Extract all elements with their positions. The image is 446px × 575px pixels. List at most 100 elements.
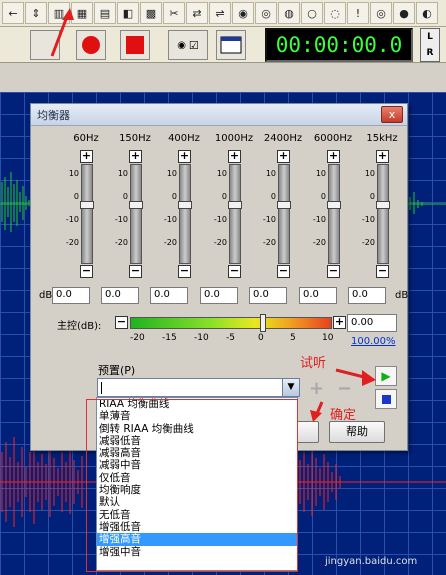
circle-icon[interactable]: ◉ [232,2,254,24]
band-decrease-button[interactable]: − [327,265,340,278]
tick-label: -20 [163,238,177,247]
percent-link[interactable]: 100.00% [351,336,396,347]
band-decrease-button[interactable]: − [129,265,142,278]
band-slider[interactable]: +10 0 -10 -20 − [63,150,109,278]
tick-label: 0 [122,192,128,201]
preview-play-button[interactable]: ▶ [375,366,397,386]
band-slider[interactable]: +10 0 -10 -20 − [161,150,207,278]
slider-thumb[interactable] [228,201,242,209]
tick-label: 10 [68,169,79,178]
checkbox-icon: ☑ [188,38,199,52]
main-toolbar: ← ⇕ ▥ ▦ ▤ ◧ ▩ ✂ ⇄ ⇌ ◉ ◎ ◍ ○ ◌ ! ◎ ● ◐ [0,0,446,27]
master-slider-thumb[interactable] [260,314,266,332]
circle-icon[interactable]: ◐ [416,2,438,24]
band-increase-button[interactable]: + [277,150,290,163]
bars-icon[interactable]: ▥ [48,2,70,24]
watermark: jingyan.baidu.com [325,556,418,567]
band-slider[interactable]: +10 0 -10 -20 − [112,150,158,278]
preview-stop-button[interactable] [375,389,397,409]
band-value-input[interactable]: 0.0 [249,287,287,304]
warning-icon[interactable]: ! [347,2,369,24]
slider-thumb[interactable] [80,201,94,209]
tick-label: -10 [114,215,128,224]
scale-label: -20 [130,333,145,343]
circle-icon[interactable]: ○ [301,2,323,24]
effect-icon[interactable]: ▤ [94,2,116,24]
close-button[interactable]: x [381,106,403,123]
band-increase-button[interactable]: + [178,150,191,163]
slider-thumb[interactable] [376,201,390,209]
band-decrease-button[interactable]: − [178,265,191,278]
band-slider[interactable]: +10 0 -10 -20 − [211,150,257,278]
slider-track [179,164,191,264]
option-toggles[interactable]: ◉ ☑ [168,30,208,60]
master-value-input[interactable]: 0.00 [347,314,397,332]
slider-track [130,164,142,264]
circle-icon[interactable]: ◌ [324,2,346,24]
help-button[interactable]: 帮助 [329,421,385,443]
record-icon [82,36,100,54]
master-gradient [130,317,332,329]
effect-icon[interactable]: ⇄ [186,2,208,24]
band-increase-button[interactable]: + [376,150,389,163]
preset-combobox[interactable]: ▼ [97,378,300,397]
effect-icon[interactable]: ▩ [140,2,162,24]
slider-thumb[interactable] [327,201,341,209]
slider-track [81,164,93,264]
band-value-input[interactable]: 0.0 [150,287,188,304]
band-increase-button[interactable]: + [129,150,142,163]
effect-icon[interactable]: ◧ [117,2,139,24]
master-decrease-button[interactable]: − [115,316,128,329]
master-increase-button[interactable]: + [333,316,346,329]
slider-thumb[interactable] [178,201,192,209]
stop-record-button[interactable] [120,30,150,60]
band-slider[interactable]: +10 0 -10 -20 − [359,150,405,278]
effect-icon[interactable]: ▦ [71,2,93,24]
chevron-down-icon[interactable]: ▼ [282,379,299,396]
band-label: 150Hz [119,133,151,144]
window-button[interactable] [216,30,246,60]
add-preset-icon[interactable]: + [309,378,324,399]
scissors-icon[interactable]: ✂ [163,2,185,24]
band-label: 60Hz [73,133,99,144]
band-increase-button[interactable]: + [327,150,340,163]
effect-icon[interactable]: ⇌ [209,2,231,24]
band-slider[interactable]: +10 0 -10 -20 − [310,150,356,278]
record-button[interactable] [76,30,106,60]
slider-thumb[interactable] [129,201,143,209]
band-value-input[interactable]: 0.0 [101,287,139,304]
tick-label: 0 [270,192,276,201]
band-increase-button[interactable]: + [80,150,93,163]
tick-label: 0 [171,192,177,201]
circle-icon[interactable]: ● [393,2,415,24]
undo-icon[interactable]: ← [2,2,24,24]
circle-icon[interactable]: ◎ [370,2,392,24]
band-decrease-button[interactable]: − [376,265,389,278]
slider-thumb[interactable] [277,201,291,209]
band-slider[interactable]: +10 0 -10 -20 − [260,150,306,278]
circle-icon[interactable]: ◍ [278,2,300,24]
band-label: 1000Hz [214,133,254,144]
tick-label: -20 [65,238,79,247]
band-decrease-button[interactable]: − [80,265,93,278]
remove-preset-icon[interactable]: − [337,378,352,399]
annotation-confirm: 确定 [330,408,357,423]
slider-track [278,164,290,264]
band-value-input[interactable]: 0.0 [52,287,90,304]
band-decrease-button[interactable]: − [277,265,290,278]
tick-label: -20 [114,238,128,247]
band-value-input[interactable]: 0.0 [348,287,386,304]
split-icon[interactable]: ⇕ [25,2,47,24]
band-decrease-button[interactable]: − [228,265,241,278]
tick-label: -20 [213,238,227,247]
band-increase-button[interactable]: + [228,150,241,163]
preset-label: 预置(P) [98,364,136,377]
scale-label: 0 [258,333,264,343]
scale-label: 10 [322,333,334,343]
band-value-input[interactable]: 0.0 [200,287,238,304]
text-caret [101,382,102,394]
master-slider[interactable]: − + [115,314,347,332]
blank-button[interactable] [30,30,60,60]
band-value-input[interactable]: 0.0 [299,287,337,304]
circle-icon[interactable]: ◎ [255,2,277,24]
